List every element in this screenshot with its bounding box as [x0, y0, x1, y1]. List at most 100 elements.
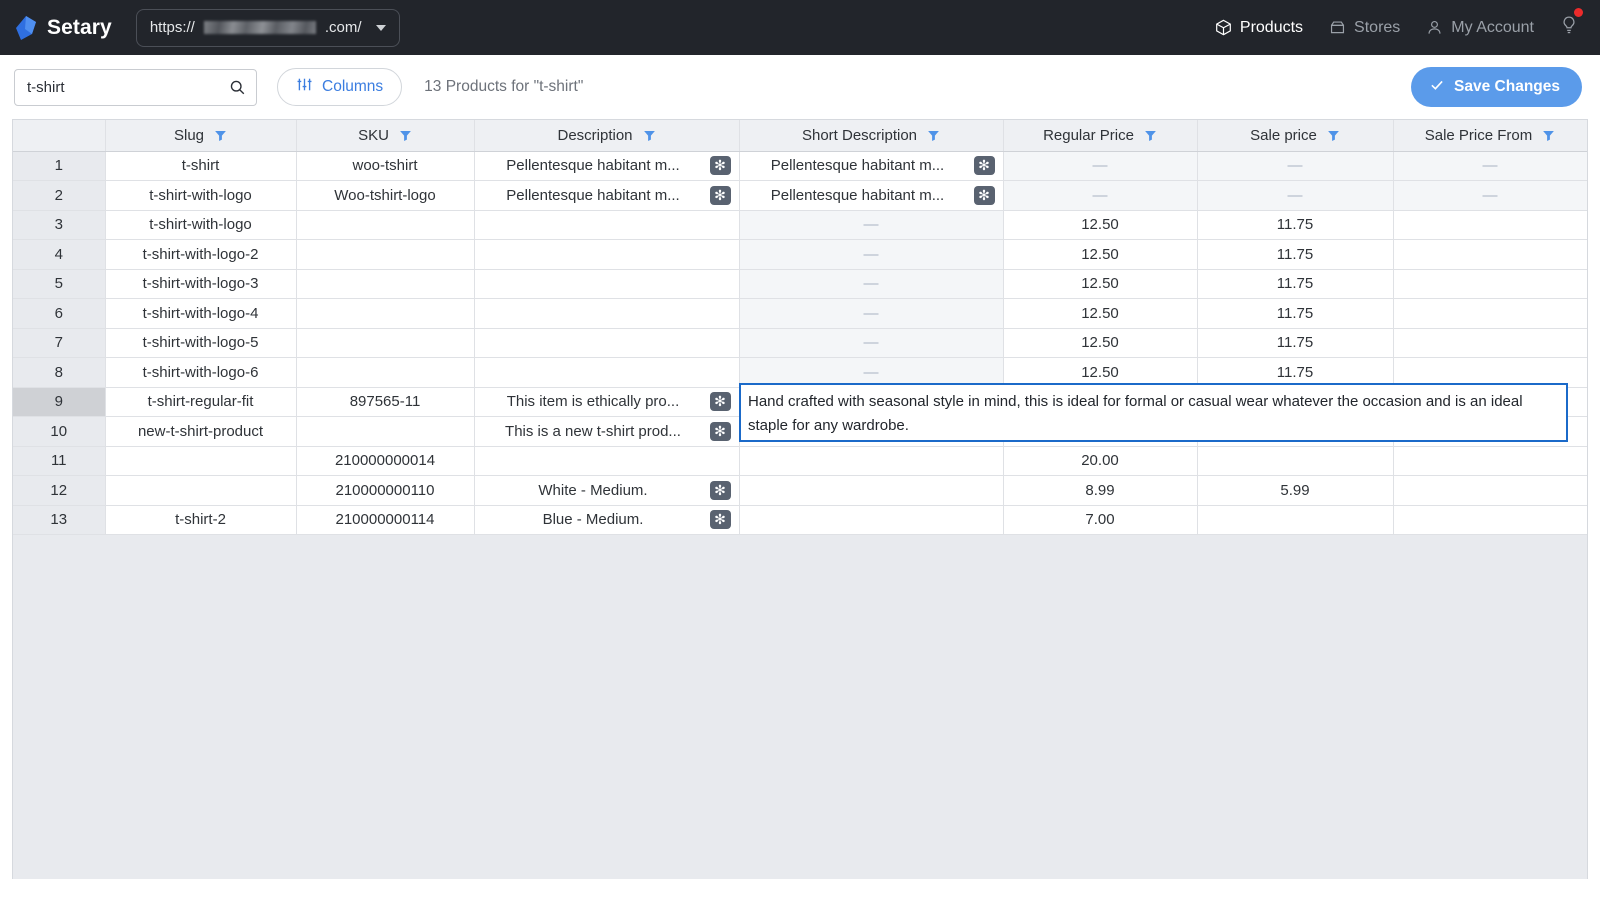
row-number-cell[interactable]: 10 [13, 416, 106, 447]
cell-short-description[interactable] [739, 505, 1004, 535]
cell-slug[interactable]: t-shirt-with-logo-6 [105, 357, 297, 388]
cell-sku[interactable] [296, 328, 475, 358]
cell-sku[interactable] [296, 357, 475, 388]
cell-sale-price-from[interactable] [1393, 298, 1587, 329]
cell-description[interactable] [474, 269, 740, 299]
nav-item-stores[interactable]: Stores [1329, 19, 1400, 37]
table-row[interactable]: 11 210000000014 20.00 [13, 446, 1587, 476]
store-selector[interactable]: https:// .com/ [135, 8, 400, 47]
column-header-description[interactable]: Description [474, 120, 740, 152]
cell-sale-price[interactable]: 5.99 [1197, 475, 1394, 506]
cell-slug[interactable]: t-shirt-with-logo-5 [105, 328, 297, 358]
cell-description[interactable] [474, 298, 740, 329]
cell-sale-price-from[interactable] [1393, 269, 1587, 299]
cell-short-description[interactable]: Pellentesque habitant m... ✻ [739, 151, 1004, 181]
cell-short-description[interactable]: — [739, 210, 1004, 240]
filter-icon[interactable] [1542, 129, 1555, 142]
cell-short-description[interactable] [739, 475, 1004, 506]
cell-description[interactable]: Pellentesque habitant m... ✻ [474, 180, 740, 211]
cell-sale-price[interactable]: 11.75 [1197, 239, 1394, 270]
expand-cell-icon[interactable]: ✻ [709, 421, 731, 441]
cell-slug[interactable]: t-shirt-2 [105, 505, 297, 535]
cell-sku[interactable]: woo-tshirt [296, 151, 475, 181]
nav-item-my-account[interactable]: My Account [1426, 19, 1534, 37]
column-header-slug[interactable]: Slug [105, 120, 297, 152]
cell-slug[interactable]: t-shirt-with-logo-3 [105, 269, 297, 299]
column-header-sale-price[interactable]: Sale price [1197, 120, 1394, 152]
cell-description[interactable] [474, 446, 740, 476]
table-row[interactable]: 2 t-shirt-with-logo Woo-tshirt-logo Pellent… [13, 180, 1587, 211]
cell-regular-price[interactable]: 7.00 [1003, 505, 1198, 535]
products-grid-container[interactable]: Slug SKU Description Short Description R… [12, 119, 1588, 879]
table-row[interactable]: 3 t-shirt-with-logo — 12.50 11.75 [13, 210, 1587, 240]
cell-short-description[interactable] [739, 446, 1004, 476]
cell-slug[interactable]: t-shirt [105, 151, 297, 181]
expand-cell-icon[interactable]: ✻ [709, 156, 731, 176]
expand-cell-icon[interactable]: ✻ [709, 480, 731, 500]
table-row[interactable]: 7 t-shirt-with-logo-5 — 12.50 11.75 [13, 328, 1587, 358]
cell-short-description[interactable]: — [739, 269, 1004, 299]
cell-description[interactable]: This is a new t-shirt prod... ✻ [474, 416, 740, 447]
cell-regular-price[interactable]: 12.50 [1003, 239, 1198, 270]
expand-cell-icon[interactable]: ✻ [709, 510, 731, 530]
cell-regular-price[interactable]: 8.99 [1003, 475, 1198, 506]
cell-sale-price[interactable]: — [1197, 151, 1394, 181]
table-row[interactable]: 4 t-shirt-with-logo-2 — 12.50 11.75 [13, 239, 1587, 270]
cell-regular-price[interactable]: 12.50 [1003, 298, 1198, 329]
cell-regular-price[interactable]: 12.50 [1003, 328, 1198, 358]
cell-sale-price-from[interactable] [1393, 475, 1587, 506]
filter-icon[interactable] [214, 129, 227, 142]
row-number-cell[interactable]: 12 [13, 475, 106, 506]
cell-description[interactable] [474, 328, 740, 358]
cell-sale-price-from[interactable] [1393, 210, 1587, 240]
cell-sale-price-from[interactable] [1393, 446, 1587, 476]
filter-icon[interactable] [927, 129, 940, 142]
cell-description[interactable]: White - Medium. ✻ [474, 475, 740, 506]
filter-icon[interactable] [399, 129, 412, 142]
cell-sale-price[interactable]: — [1197, 180, 1394, 211]
cell-sku[interactable] [296, 298, 475, 329]
cell-regular-price[interactable]: — [1003, 180, 1198, 211]
cell-short-description[interactable]: — [739, 239, 1004, 270]
cell-sale-price[interactable] [1197, 505, 1394, 535]
cell-description[interactable] [474, 210, 740, 240]
cell-short-description[interactable]: Pellentesque habitant m... ✻ [739, 180, 1004, 211]
cell-regular-price[interactable]: 12.50 [1003, 269, 1198, 299]
cell-sku[interactable] [296, 210, 475, 240]
cell-regular-price[interactable]: 12.50 [1003, 210, 1198, 240]
cell-slug[interactable]: t-shirt-with-logo-4 [105, 298, 297, 329]
cell-sku[interactable]: 897565-11 [296, 387, 475, 417]
table-row[interactable]: 12 210000000110 White - Medium. ✻ 8.99 5.99 [13, 475, 1587, 506]
row-number-cell[interactable]: 3 [13, 210, 106, 240]
expand-cell-icon[interactable]: ✻ [709, 185, 731, 205]
cell-sale-price-from[interactable] [1393, 328, 1587, 358]
cell-slug[interactable] [105, 475, 297, 506]
cell-sale-price-from[interactable] [1393, 239, 1587, 270]
cell-description[interactable]: Blue - Medium. ✻ [474, 505, 740, 535]
cell-sale-price-from[interactable] [1393, 505, 1587, 535]
cell-sale-price[interactable]: 11.75 [1197, 298, 1394, 329]
cell-sku[interactable] [296, 269, 475, 299]
notifications-button[interactable] [1560, 8, 1583, 40]
cell-sku[interactable]: 210000000110 [296, 475, 475, 506]
table-row[interactable]: 5 t-shirt-with-logo-3 — 12.50 11.75 [13, 269, 1587, 299]
cell-sale-price[interactable] [1197, 446, 1394, 476]
cell-sku[interactable] [296, 239, 475, 270]
cell-slug[interactable]: t-shirt-with-logo [105, 210, 297, 240]
cell-sku[interactable] [296, 416, 475, 447]
filter-icon[interactable] [1327, 129, 1340, 142]
filter-icon[interactable] [1144, 129, 1157, 142]
expand-cell-icon[interactable]: ✻ [973, 156, 995, 176]
columns-button[interactable]: Columns [277, 68, 403, 106]
cell-slug[interactable]: new-t-shirt-product [105, 416, 297, 447]
cell-description[interactable] [474, 239, 740, 270]
cell-sale-price-from[interactable]: — [1393, 180, 1587, 211]
filter-icon[interactable] [643, 129, 656, 142]
cell-sku[interactable]: 210000000114 [296, 505, 475, 535]
expand-cell-icon[interactable]: ✻ [709, 392, 731, 412]
search-input[interactable] [27, 78, 229, 96]
search-icon[interactable] [229, 79, 246, 96]
table-row[interactable]: 13 t-shirt-2 210000000114 Blue - Medium. ✻ 7.… [13, 505, 1587, 535]
row-number-cell[interactable]: 4 [13, 239, 106, 270]
cell-sale-price-from[interactable]: — [1393, 151, 1587, 181]
